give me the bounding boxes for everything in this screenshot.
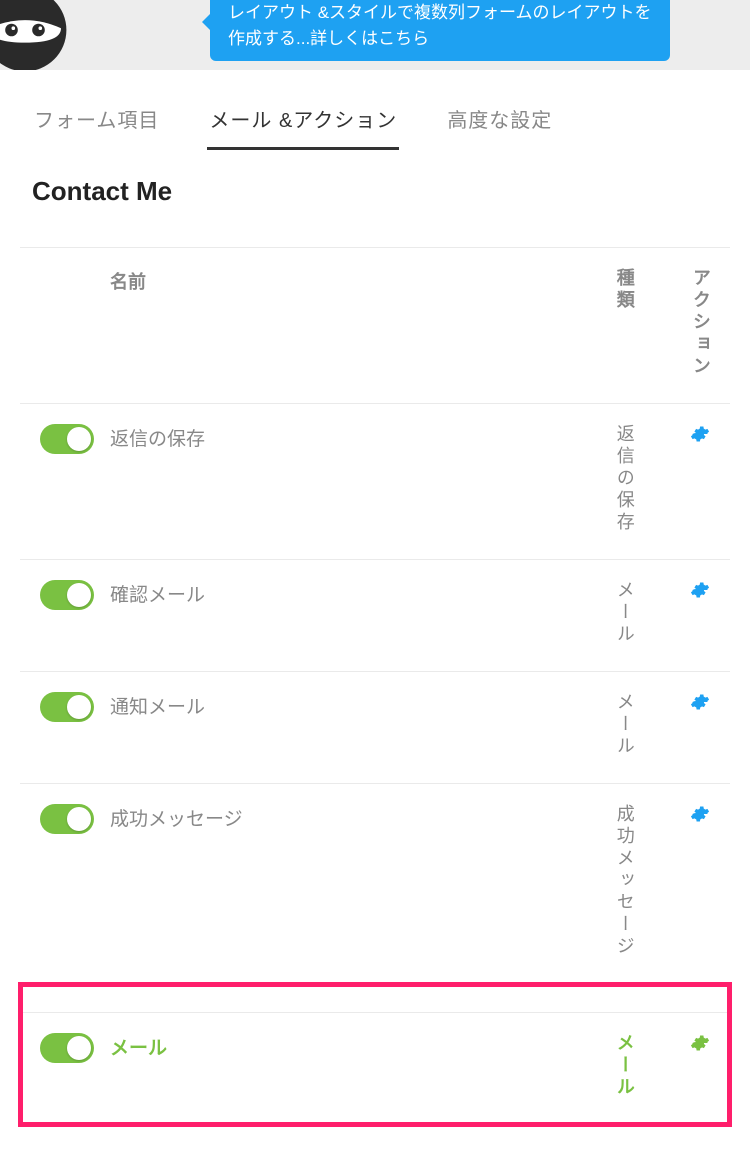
table-row: メール メール (20, 1012, 730, 1125)
action-name[interactable]: 通知メール (100, 672, 610, 739)
actions-table: 名前 種類 アクション 返信の保存 返信の保存 確認メール メール 通知メール … (0, 217, 750, 1165)
action-name[interactable]: 成功メッセージ (100, 784, 610, 851)
enable-toggle[interactable] (40, 692, 94, 722)
header-type: 種類 (614, 268, 634, 312)
action-type: 成功メッセージ (614, 804, 634, 958)
gear-icon[interactable] (674, 1033, 726, 1053)
enable-toggle[interactable] (40, 1033, 94, 1063)
highlighted-row-container: メール メール (20, 984, 730, 1125)
table-header-row: 名前 種類 アクション (20, 247, 730, 404)
top-promo-bar: レイアウト &スタイルで複数列フォームのレイアウトを作成する...詳しくはこちら (0, 0, 750, 70)
table-row: 成功メッセージ 成功メッセージ (20, 784, 730, 984)
table-row: 返信の保存 返信の保存 (20, 404, 730, 560)
header-action: アクション (690, 268, 710, 378)
ninja-logo (0, 0, 70, 70)
action-type: メール (614, 1033, 634, 1099)
tab-advanced[interactable]: 高度な設定 (445, 100, 554, 150)
table-row: 通知メール メール (20, 672, 730, 784)
enable-toggle[interactable] (40, 580, 94, 610)
enable-toggle[interactable] (40, 424, 94, 454)
action-name[interactable]: 返信の保存 (100, 404, 610, 471)
promo-text: レイアウト &スタイルで複数列フォームのレイアウトを作成する...詳しくはこちら (228, 3, 652, 48)
action-type: メール (614, 580, 634, 646)
gear-icon[interactable] (674, 424, 726, 444)
table-row: 確認メール メール (20, 560, 730, 672)
form-title: Contact Me (0, 150, 750, 217)
promo-bubble[interactable]: レイアウト &スタイルで複数列フォームのレイアウトを作成する...詳しくはこちら (210, 0, 670, 61)
tab-fields[interactable]: フォーム項目 (32, 100, 161, 150)
action-type: メール (614, 692, 634, 758)
gear-icon[interactable] (674, 804, 726, 824)
action-type: 返信の保存 (614, 424, 634, 534)
action-name[interactable]: メール (100, 1013, 610, 1080)
action-name[interactable]: 確認メール (100, 560, 610, 627)
gear-icon[interactable] (674, 692, 726, 712)
tab-actions[interactable]: メール &アクション (207, 100, 399, 150)
header-name: 名前 (100, 248, 610, 314)
enable-toggle[interactable] (40, 804, 94, 834)
gear-icon[interactable] (674, 580, 726, 600)
tabs-bar: フォーム項目 メール &アクション 高度な設定 (0, 70, 750, 150)
